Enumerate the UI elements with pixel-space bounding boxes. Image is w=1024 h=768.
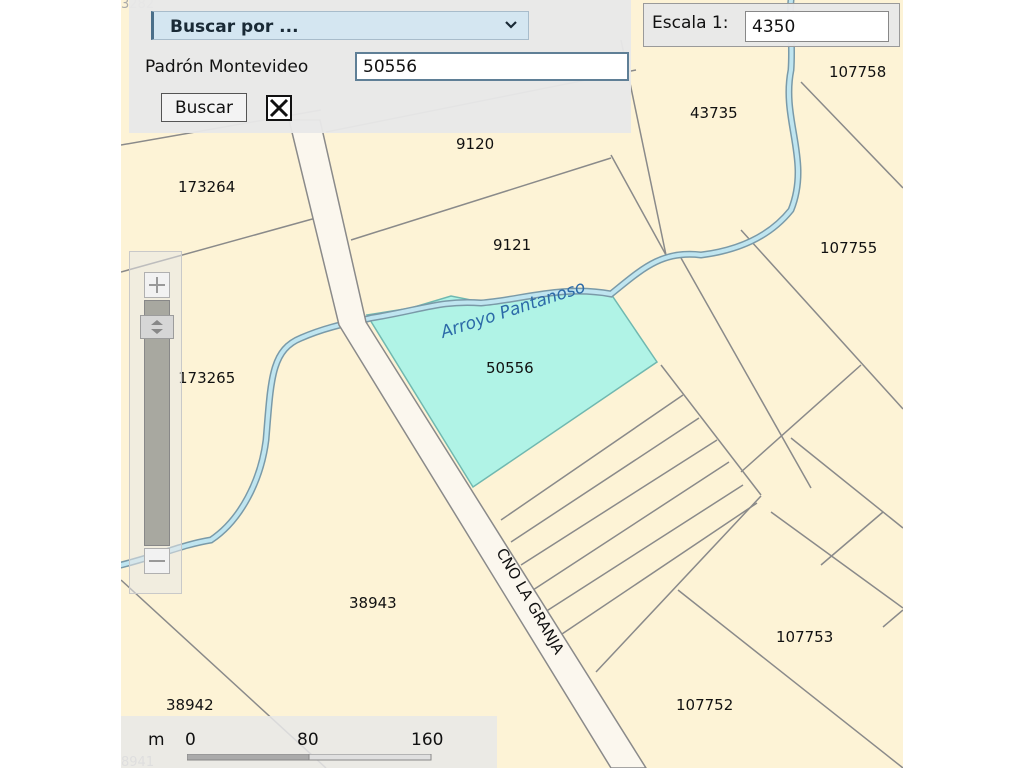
minus-icon [149,560,165,562]
drag-handle-icon [151,320,163,334]
parcel-label: 107755 [820,239,877,257]
parcel-label: 9120 [456,135,494,153]
parcel-label: 107758 [829,63,886,81]
plus-icon [149,277,165,293]
zoom-in-button[interactable] [144,272,170,298]
scale-bar-tick: 160 [411,730,444,750]
zoom-out-button[interactable] [144,548,170,574]
selected-parcel-label: 50556 [486,359,534,377]
scale-bar-unit: m [148,730,165,750]
search-by-dropdown[interactable]: Buscar por ... [151,11,529,40]
parcel-label: 38943 [349,594,397,612]
zoom-control [129,251,182,594]
scale-input[interactable] [745,11,889,42]
scale-bar-graphic [187,754,432,761]
close-icon[interactable] [266,95,292,121]
scale-bar-tick: 80 [297,730,319,750]
scale-panel: Escala 1: [643,3,900,47]
parcel-label: 173265 [178,369,235,387]
scale-bar-tick: 0 [185,730,196,750]
scale-label: Escala 1: [652,13,729,33]
chevron-down-icon [504,17,518,36]
padron-field-label: Padrón Montevideo [145,57,309,77]
search-panel: Buscar por ... Padrón Montevideo Buscar [129,0,631,133]
zoom-slider-handle[interactable] [140,315,174,339]
map-view[interactable]: 3282 8941 107758 43735 9120 173264 9121 … [121,0,903,768]
parcel-label: 43735 [690,104,738,122]
search-by-label: Buscar por ... [170,17,299,37]
parcel-label: 173264 [178,178,235,196]
search-button[interactable]: Buscar [161,93,247,122]
parcel-label: 38942 [166,696,214,714]
scale-bar: m 0 80 160 [121,716,497,768]
padron-input[interactable] [355,52,629,81]
parcel-label: 9121 [493,236,531,254]
parcel-label: 107752 [676,696,733,714]
parcel-label: 107753 [776,628,833,646]
